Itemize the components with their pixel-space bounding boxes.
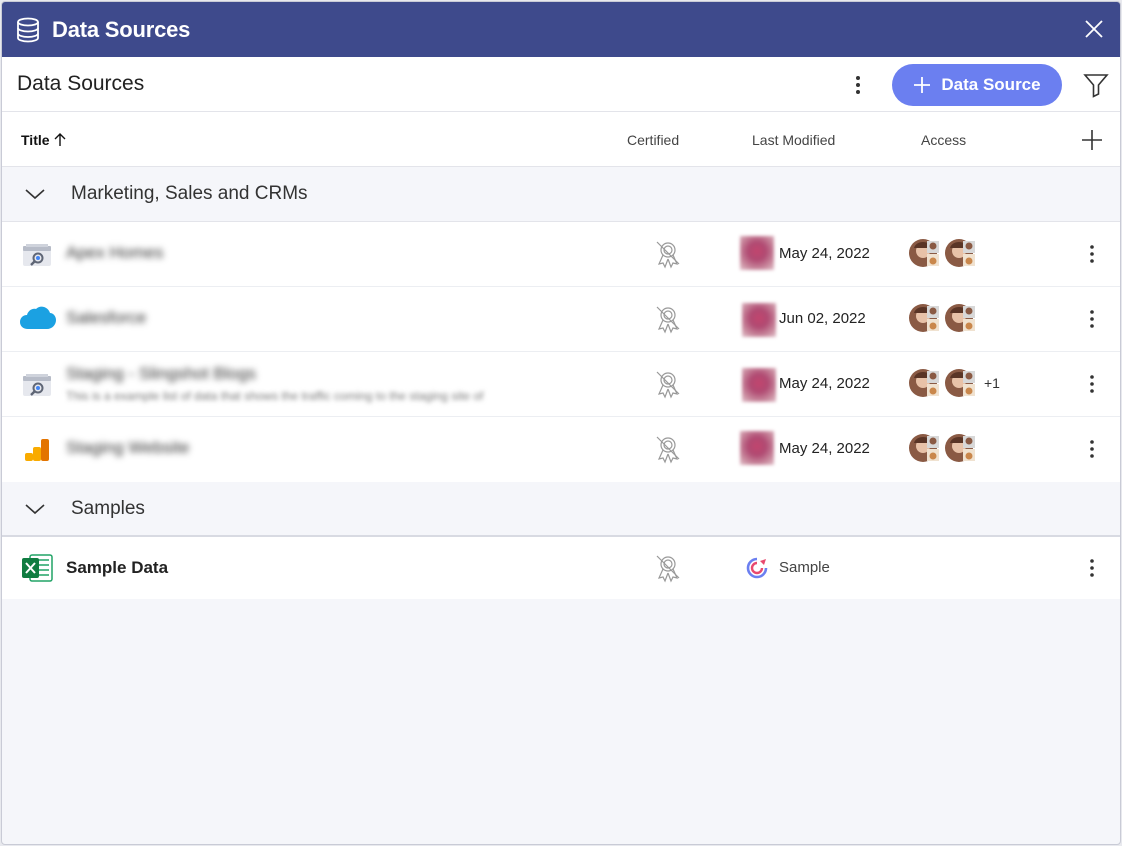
modified-by-avatar <box>740 431 774 465</box>
certified-ribbon-icon <box>654 369 682 399</box>
group-header-marketing[interactable]: Marketing, Sales and CRMs <box>2 167 1120 222</box>
table-row[interactable]: Staging Website May 24, 2022 <box>2 417 1120 482</box>
modified-by-avatar <box>740 236 774 270</box>
google-search-console-icon <box>20 240 54 270</box>
database-icon <box>16 16 40 44</box>
column-last-modified[interactable]: Last Modified <box>752 132 835 148</box>
table-row[interactable]: Salesforce Jun 02, 2022 <box>2 287 1120 352</box>
row-menu-icon[interactable] <box>1084 557 1100 579</box>
group-name: Samples <box>71 497 145 519</box>
add-column-icon[interactable] <box>1081 129 1103 151</box>
close-icon[interactable] <box>1084 19 1104 39</box>
add-data-source-button[interactable]: Data Source <box>892 64 1062 106</box>
data-source-name: Salesforce <box>66 308 147 327</box>
modified-by-avatar <box>742 303 776 337</box>
avatar <box>908 303 940 333</box>
chevron-down-icon[interactable] <box>24 187 46 201</box>
data-source-name: Staging - Slingshot Blogs <box>66 364 256 383</box>
table-row[interactable]: Sample Data Sample <box>2 537 1120 599</box>
avatar <box>944 303 976 333</box>
certified-ribbon-icon <box>654 304 682 334</box>
access-avatars[interactable]: +1 <box>908 368 1000 398</box>
certified-ribbon-icon <box>654 553 682 583</box>
access-avatars[interactable] <box>908 433 980 463</box>
data-source-name: Staging Website <box>66 438 190 457</box>
last-modified-date: May 24, 2022 <box>779 245 870 262</box>
last-modified-date: May 24, 2022 <box>779 375 870 392</box>
column-access[interactable]: Access <box>921 132 966 148</box>
access-avatars[interactable] <box>908 238 980 268</box>
filter-icon[interactable] <box>1083 72 1109 98</box>
row-menu-icon[interactable] <box>1084 373 1100 395</box>
salesforce-cloud-icon <box>20 305 56 335</box>
data-source-name: Apex Homes <box>66 243 164 262</box>
plus-icon <box>913 76 931 94</box>
last-modified-date: May 24, 2022 <box>779 440 870 457</box>
data-source-name: Sample Data <box>66 558 169 577</box>
extra-access-count: +1 <box>984 375 1000 391</box>
chevron-down-icon[interactable] <box>24 502 46 516</box>
add-data-source-label: Data Source <box>941 75 1041 94</box>
column-title[interactable]: Title <box>21 132 66 148</box>
last-modified-date: Jun 02, 2022 <box>779 310 866 327</box>
column-header-row: Title Certified Last Modified Access <box>2 112 1120 167</box>
data-sources-dialog: Data Sources Data Sources Data Source Ti… <box>1 1 1121 845</box>
toolbar: Data Sources Data Source <box>2 57 1120 112</box>
table-row[interactable]: Apex Homes May 24, 2022 <box>2 222 1120 287</box>
row-menu-icon[interactable] <box>1084 243 1100 265</box>
row-menu-icon[interactable] <box>1084 438 1100 460</box>
sample-label: Sample <box>779 559 830 576</box>
table-row[interactable]: Staging - Slingshot Blogs This is a exam… <box>2 352 1120 417</box>
dialog-title: Data Sources <box>52 16 191 42</box>
modified-by-avatar <box>742 368 776 402</box>
sort-ascending-icon <box>54 133 66 147</box>
avatar <box>944 433 976 463</box>
certified-ribbon-icon <box>654 434 682 464</box>
excel-icon <box>20 553 54 583</box>
data-source-description: This is a example list of data that show… <box>66 389 484 403</box>
google-analytics-icon <box>20 435 54 465</box>
group-header-samples[interactable]: Samples <box>2 482 1120 537</box>
avatar <box>944 368 976 398</box>
avatar <box>944 238 976 268</box>
row-menu-icon[interactable] <box>1084 308 1100 330</box>
access-avatars[interactable] <box>908 303 980 333</box>
sample-logo-icon <box>746 557 768 579</box>
column-title-label: Title <box>21 132 50 148</box>
dialog-titlebar: Data Sources <box>2 2 1120 57</box>
more-options-icon[interactable] <box>850 73 866 97</box>
avatar <box>908 238 940 268</box>
column-certified[interactable]: Certified <box>627 132 679 148</box>
avatar <box>908 433 940 463</box>
group-name: Marketing, Sales and CRMs <box>71 183 308 204</box>
certified-ribbon-icon <box>654 239 682 269</box>
page-title: Data Sources <box>17 72 145 95</box>
avatar <box>908 368 940 398</box>
google-search-console-icon <box>20 370 54 400</box>
